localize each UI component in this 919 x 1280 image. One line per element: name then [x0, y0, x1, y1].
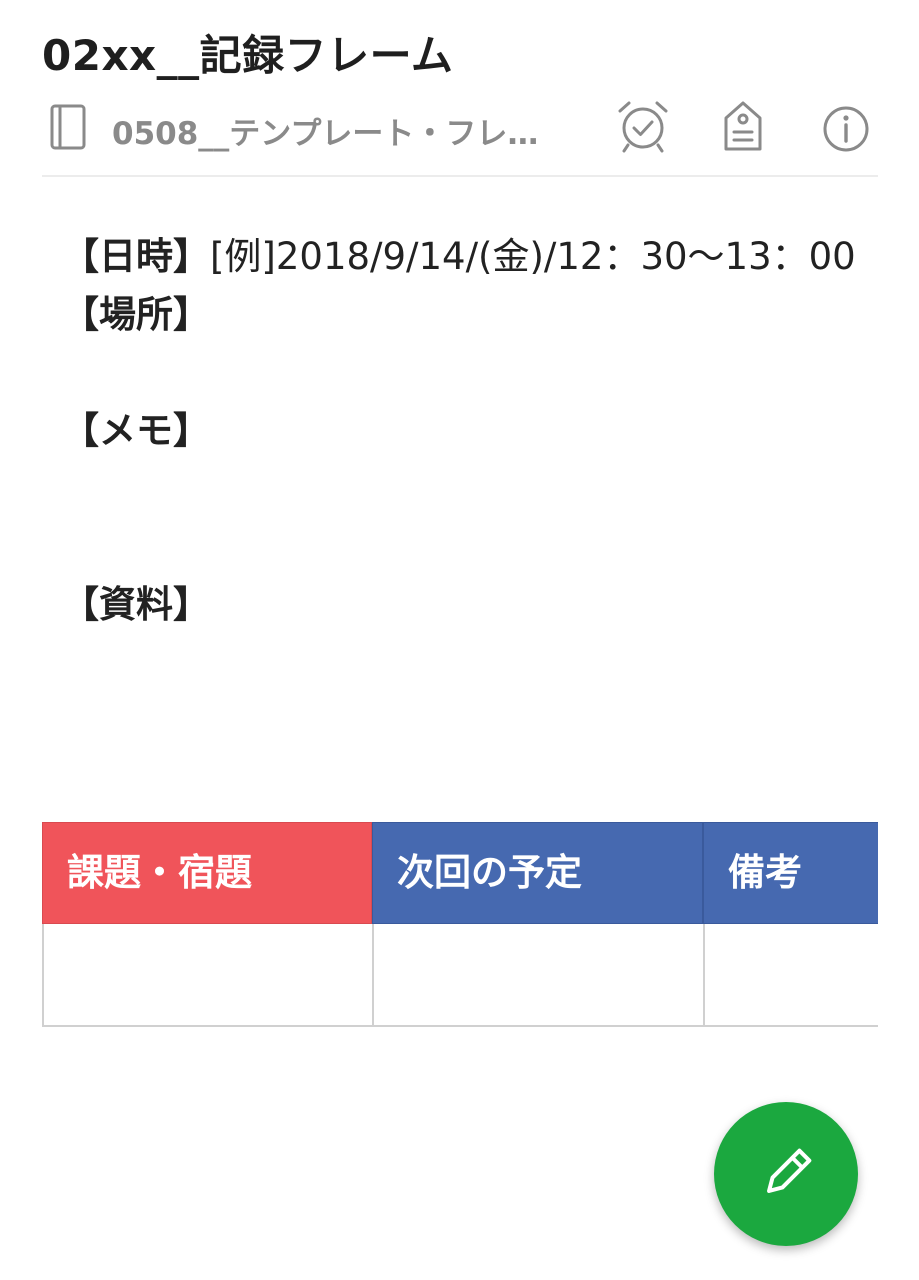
- alarm-icon: [618, 101, 668, 153]
- notebook-name[interactable]: 0508__テンプレート・フレ…: [112, 108, 592, 153]
- place-line: 【場所】: [62, 286, 892, 344]
- info-button[interactable]: [818, 98, 874, 154]
- memo-label: 【メモ】: [62, 409, 210, 452]
- table-header-tasks[interactable]: 課題・宿題: [42, 822, 372, 924]
- place-label: 【場所】: [62, 293, 210, 336]
- edit-fab-button[interactable]: [714, 1102, 858, 1246]
- materials-label: 【資料】: [62, 583, 210, 626]
- memo-line: 【メモ】: [62, 402, 892, 460]
- table-cell[interactable]: [42, 924, 372, 1027]
- note-table: 課題・宿題 次回の予定 備考: [42, 822, 878, 1027]
- tag-icon: [724, 101, 762, 151]
- table-header-remarks[interactable]: 備考: [703, 822, 878, 924]
- datetime-value: [例]2018/9/14/(金)/12：30〜13：00: [210, 235, 856, 278]
- datetime-line: 【日時】[例]2018/9/14/(金)/12：30〜13：00: [62, 228, 892, 286]
- note-title[interactable]: 02xx__記録フレーム: [42, 22, 453, 83]
- materials-line: 【資料】: [62, 576, 892, 634]
- pencil-icon: [767, 1148, 812, 1193]
- table-header-next-schedule[interactable]: 次回の予定: [372, 822, 703, 924]
- table-cell[interactable]: [703, 924, 878, 1027]
- notebook-icon: [50, 104, 86, 150]
- table-cell[interactable]: [372, 924, 703, 1027]
- tag-button[interactable]: [715, 98, 771, 154]
- info-icon: [823, 106, 869, 152]
- header-divider: [42, 175, 878, 177]
- alarm-button[interactable]: [615, 98, 671, 154]
- datetime-label: 【日時】: [62, 235, 210, 278]
- note-body[interactable]: 【日時】[例]2018/9/14/(金)/12：30〜13：00 【場所】 【メ…: [62, 228, 892, 634]
- note-subbar: 0508__テンプレート・フレ…: [42, 98, 878, 162]
